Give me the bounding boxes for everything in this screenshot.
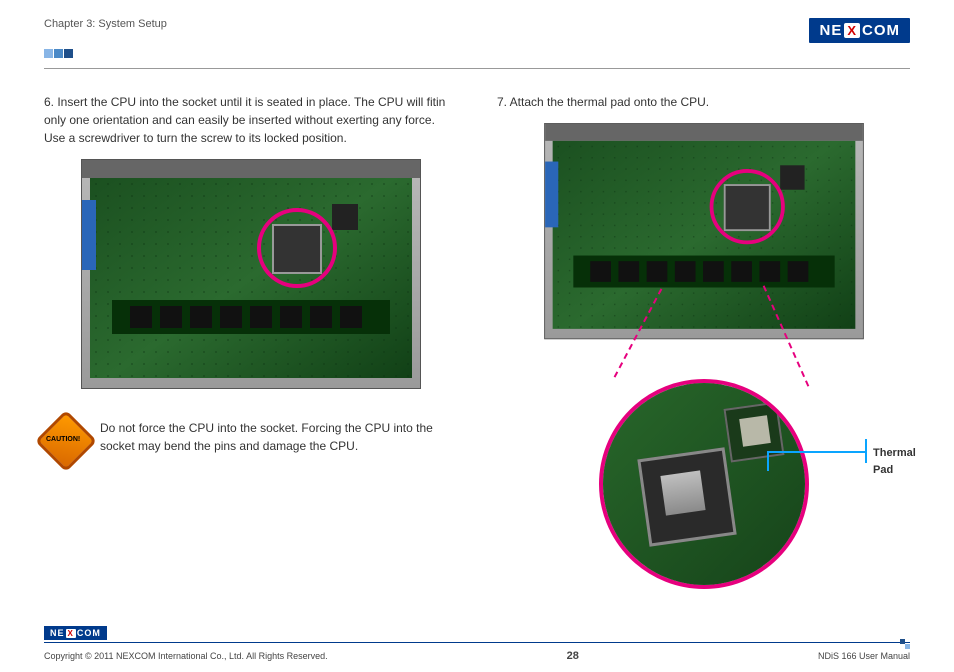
copyright-text: Copyright © 2011 NEXCOM International Co… (44, 651, 328, 661)
motherboard-photo-step7 (544, 123, 864, 339)
caution-label: CAUTION! (46, 435, 80, 446)
footer-logo: NEXCOM (44, 626, 107, 640)
step-6-text: 6. Insert the CPU into the socket until … (44, 93, 457, 147)
thermal-pad-label: Thermal Pad (873, 445, 916, 478)
brand-x-icon: X (844, 23, 860, 38)
doc-title: NDiS 166 User Manual (818, 651, 910, 661)
zoom-detail-circle (599, 379, 809, 589)
caution-icon: CAUTION! (44, 419, 88, 463)
callout-line-icon (767, 451, 867, 453)
caution-text: Do not force the CPU into the socket. Fo… (100, 419, 457, 455)
cpu-highlight-circle-icon (257, 208, 337, 288)
brand-right: COM (862, 22, 900, 39)
step-7-text: 7. Attach the thermal pad onto the CPU. (497, 93, 910, 111)
cpu-highlight-circle-icon (709, 169, 784, 244)
footer-mark-icon (900, 639, 910, 649)
decorative-squares (44, 49, 910, 58)
chapter-title: Chapter 3: System Setup (44, 18, 167, 30)
brand-left: NE (819, 22, 842, 39)
brand-logo: NEXCOM (809, 18, 910, 43)
page-number: 28 (567, 650, 579, 662)
motherboard-photo-step6 (81, 159, 421, 389)
